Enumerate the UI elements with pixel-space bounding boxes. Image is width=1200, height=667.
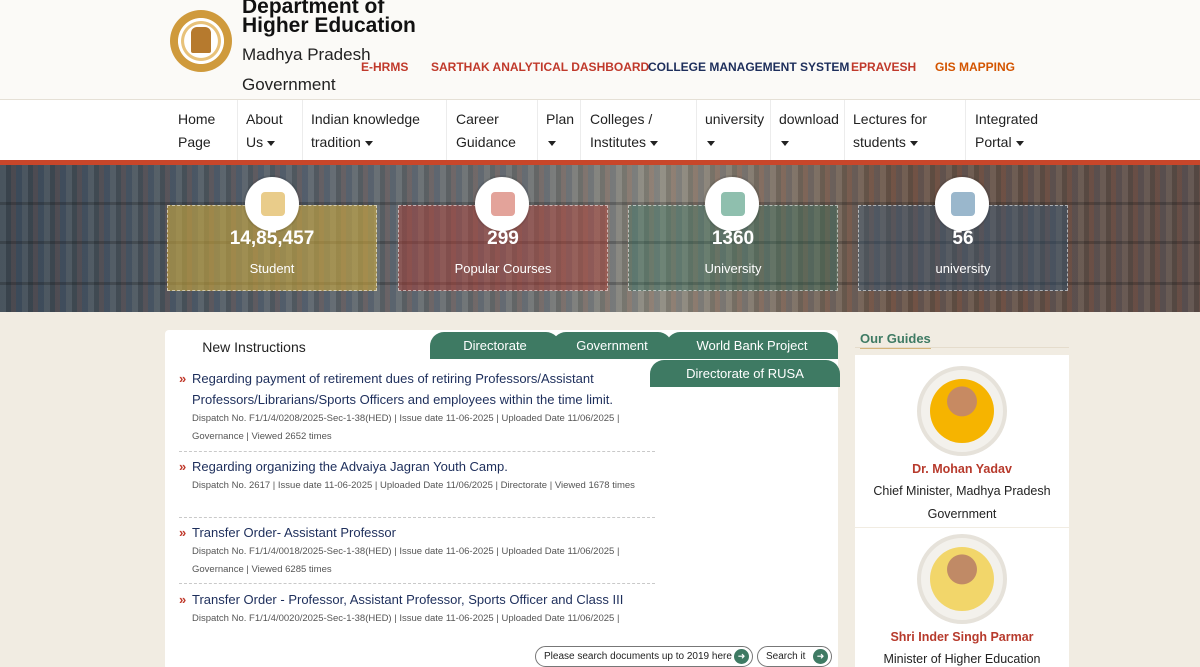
stat-value-university: 1360 <box>711 228 755 249</box>
quick-link-sarthak-dashboard[interactable]: SARTHAK ANALYTICAL DASHBOARD <box>431 60 649 74</box>
quick-link-gis-mapping[interactable]: GIS MAPPING <box>935 60 1015 74</box>
certificate-icon <box>935 177 989 231</box>
instruction-meta: Dispatch No. 2617 | Issue date 11-06-202… <box>192 480 635 491</box>
instruction-link[interactable]: Transfer Order - Professor, Assistant Pr… <box>179 589 655 610</box>
guide-role: Chief Minister, Madhya Pradesh Governmen… <box>873 484 1051 521</box>
chevron-down-icon <box>1015 140 1024 146</box>
main-nav: Home Page About Us Indian knowledge trad… <box>0 100 1200 161</box>
student-graduate-icon <box>245 177 299 231</box>
university-building-icon <box>705 177 759 231</box>
mp-government-emblem-logo[interactable] <box>170 10 232 72</box>
instruction-link[interactable]: Regarding organizing the Advaiya Jagran … <box>179 456 655 477</box>
instruction-meta: Dispatch No. F1/1/4/0020/2025-Sec-1-38(H… <box>192 613 620 624</box>
instruction-meta: Dispatch No. F1/1/4/0208/2025-Sec-1-38(H… <box>192 413 620 442</box>
arrow-right-icon: ➜ <box>734 649 749 664</box>
tab-government[interactable]: Government <box>552 332 672 359</box>
quick-link-college-management[interactable]: COLLEGE MANAGEMENT SYSTEM <box>648 60 849 74</box>
chevron-down-icon <box>364 140 373 146</box>
chevron-down-icon <box>909 140 918 146</box>
nav-item-colleges-institutes[interactable]: Colleges / Institutes <box>590 108 690 154</box>
nav-item-plan[interactable]: Plan <box>546 108 580 154</box>
stat-label-university: University <box>704 261 762 276</box>
tab-directorate[interactable]: Directorate <box>430 332 560 359</box>
list-item: Regarding payment of retirement dues of … <box>179 368 655 445</box>
guide-name: Shri Inder Singh Parmar <box>890 630 1034 644</box>
chevron-down-icon <box>267 140 276 146</box>
tab-world-bank-project[interactable]: World Bank Project <box>666 332 838 359</box>
arrow-right-icon: ➜ <box>813 649 828 664</box>
list-item: Transfer Order - Professor, Assistant Pr… <box>179 589 655 628</box>
courses-icon <box>475 177 529 231</box>
tab-directorate-of-rusa[interactable]: Directorate of RUSA <box>650 360 840 387</box>
stat-label-courses: Popular Courses <box>454 261 552 276</box>
stat-label-university-2: university <box>935 261 991 276</box>
nav-item-indian-knowledge-tradition[interactable]: Indian knowledge tradition <box>311 108 439 154</box>
avatar <box>917 366 1007 456</box>
chevron-down-icon <box>781 140 789 146</box>
search-old-documents-button[interactable]: Please search documents up to 2019 here … <box>535 646 753 667</box>
chevron-down-icon <box>707 140 715 146</box>
stat-value-university-2: 56 <box>952 228 974 249</box>
site-subtitle: Madhya Pradesh Government <box>242 45 371 94</box>
stat-value-students: 14,85,457 <box>229 228 315 249</box>
list-item: Transfer Order- Assistant Professor Disp… <box>179 522 655 578</box>
nav-item-career-guidance[interactable]: Career Guidance <box>456 108 526 154</box>
guide-role: Minister of Higher Education <box>883 652 1041 666</box>
guide-name: Dr. Mohan Yadav <box>912 462 1012 476</box>
nav-item-about-us[interactable]: About Us <box>246 108 296 154</box>
instruction-link[interactable]: Regarding payment of retirement dues of … <box>179 368 655 410</box>
quick-link-ehrms[interactable]: E-HRMS <box>361 60 408 74</box>
site-header: Department of Higher Education Madhya Pr… <box>0 0 1200 100</box>
list-item: Regarding organizing the Advaiya Jagran … <box>179 456 655 495</box>
nav-item-home[interactable]: Home Page <box>178 108 230 154</box>
instruction-link[interactable]: Transfer Order- Assistant Professor <box>179 522 655 543</box>
search-it-button[interactable]: Search it ➜ <box>757 646 832 667</box>
quick-link-epravesh[interactable]: EPRAVESH <box>851 60 916 74</box>
chevron-down-icon <box>548 140 556 146</box>
stat-value-courses: 299 <box>487 228 519 249</box>
avatar <box>917 534 1007 624</box>
nav-item-integrated-portal[interactable]: Integrated Portal <box>975 108 1050 154</box>
site-title[interactable]: Department of Higher Education <box>242 0 442 36</box>
stat-label-students: Student <box>249 261 295 276</box>
nav-item-university[interactable]: university <box>705 108 775 154</box>
chevron-down-icon <box>650 140 659 146</box>
nav-item-lectures-for-students[interactable]: Lectures for students <box>853 108 943 154</box>
instruction-meta: Dispatch No. F1/1/4/0018/2025-Sec-1-38(H… <box>192 546 620 575</box>
tab-new-instructions[interactable]: New Instructions <box>175 333 333 361</box>
nav-item-download[interactable]: download <box>779 108 847 154</box>
